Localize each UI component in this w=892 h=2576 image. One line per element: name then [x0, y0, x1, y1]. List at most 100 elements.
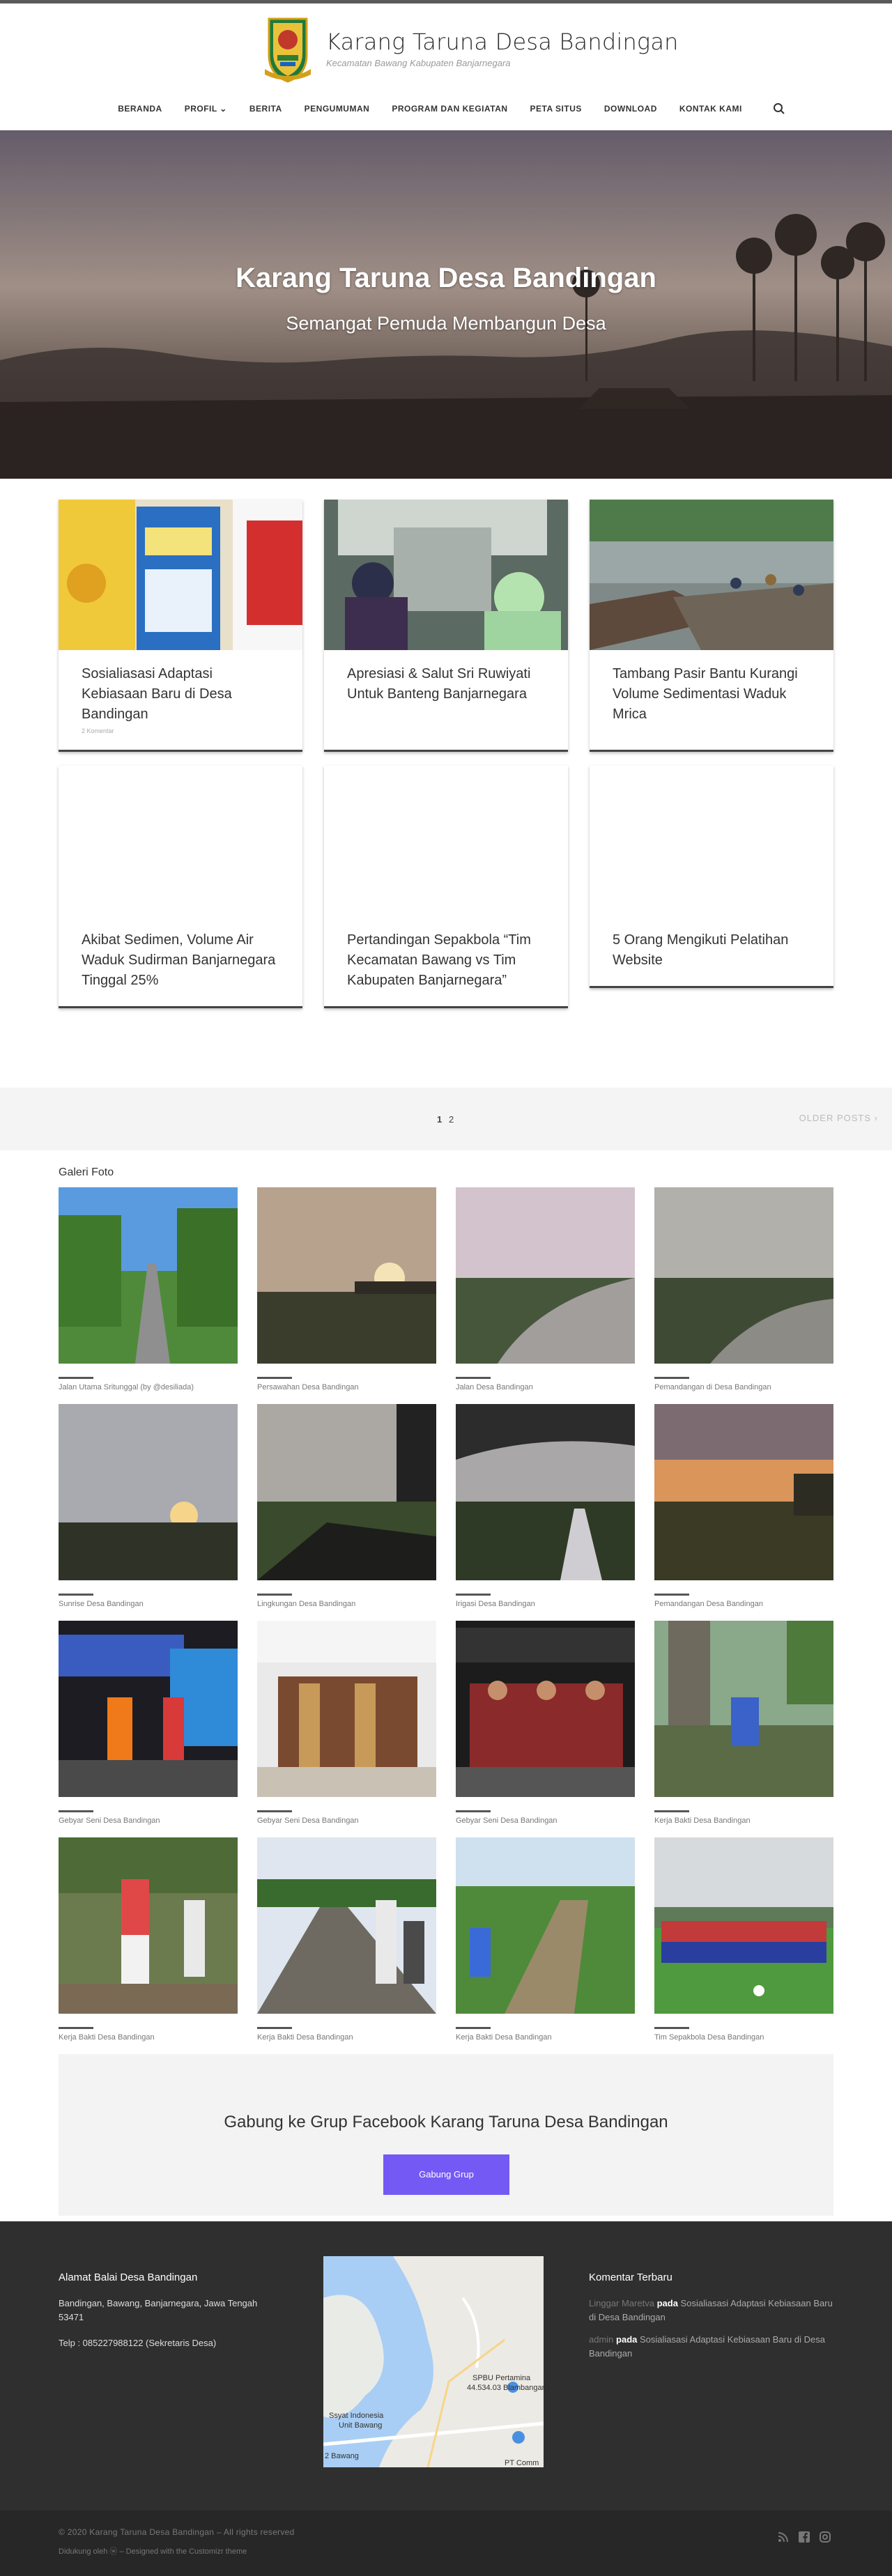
caption-line [456, 2027, 491, 2029]
gallery-photo[interactable] [257, 1404, 436, 1580]
caption-line [59, 1377, 93, 1379]
gallery-photo[interactable] [456, 1404, 635, 1580]
gallery-item[interactable]: Sunrise Desa Bandingan [59, 1404, 238, 1621]
theme-credit[interactable]: Didukung oleh ⓦ – Designed with the Cust… [59, 2545, 247, 2556]
nav-item-program[interactable]: PROGRAM DAN KEGIATAN [392, 104, 507, 114]
post-card[interactable]: Pertandingan Sepakbola “Tim Kecamatan Ba… [324, 766, 568, 1008]
gallery-photo[interactable] [654, 1187, 833, 1364]
caption-line [654, 1594, 689, 1596]
gallery-item[interactable]: Pemandangan Desa Bandingan [654, 1404, 833, 1621]
brand[interactable]: Karang Taruna Desa Bandingan Kecamatan B… [263, 13, 679, 83]
caption-line [654, 1810, 689, 1812]
caption-line [456, 1377, 491, 1379]
facebook-cta-title: Gabung ke Grup Facebook Karang Taruna De… [224, 2113, 668, 2131]
gallery-photo[interactable] [59, 1621, 238, 1797]
gallery-caption: Lingkungan Desa Bandingan [257, 1600, 356, 1608]
nav-item-download[interactable]: DOWNLOAD [604, 104, 657, 114]
post-card[interactable]: Sosialiasasi Adaptasi Kebiasaan Baru di … [59, 500, 302, 752]
caption-line [257, 2027, 292, 2029]
older-posts-link[interactable]: OLDER POSTS › [799, 1113, 878, 1123]
nav-item-peta-situs[interactable]: PETA SITUS [530, 104, 582, 114]
comment-author[interactable]: Linggar Maretva [589, 2298, 654, 2308]
page-1[interactable]: 1 [437, 1114, 442, 1125]
rss-icon[interactable] [778, 2531, 789, 2543]
gallery-item[interactable]: Kerja Bakti Desa Bandingan [59, 1837, 238, 2054]
gallery-photo[interactable] [257, 1621, 436, 1797]
map-label: PT Comm [505, 2459, 539, 2467]
gallery-item[interactable]: Persawahan Desa Bandingan [257, 1187, 436, 1404]
location-map[interactable]: SPBU Pertamina 44.534.03 Blambangan Ssya… [323, 2256, 544, 2467]
post-card[interactable]: Apresiasi & Salut Sri Ruwiyati Untuk Ban… [324, 500, 568, 752]
facebook-group-cta: Gabung ke Grup Facebook Karang Taruna De… [59, 2054, 833, 2216]
gallery-photo[interactable] [59, 1837, 238, 2014]
post-title[interactable]: Tambang Pasir Bantu Kurangi Volume Sedim… [613, 664, 810, 725]
facebook-icon[interactable] [799, 2531, 810, 2543]
nav-item-kontak[interactable]: KONTAK KAMI [679, 104, 742, 114]
post-comments-count[interactable]: 2 Komentar [82, 727, 279, 734]
join-group-button[interactable]: Gabung Grup [383, 2154, 509, 2195]
nav-item-profil[interactable]: PROFIL ⌄ [185, 104, 227, 114]
gallery-item[interactable]: Gebyar Seni Desa Bandingan [456, 1621, 635, 1837]
caption-line [59, 1594, 93, 1596]
caption-line [456, 1810, 491, 1812]
hero-image [0, 130, 892, 479]
post-title[interactable]: Akibat Sedimen, Volume Air Waduk Sudirma… [82, 930, 279, 991]
site-title[interactable]: Karang Taruna Desa Bandingan [326, 29, 679, 55]
gallery-item[interactable]: Tim Sepakbola Desa Bandingan [654, 1837, 833, 2054]
gallery-item[interactable]: Lingkungan Desa Bandingan [257, 1404, 436, 1621]
comment-on: pada [616, 2334, 638, 2345]
post-thumbnail-empty[interactable] [590, 766, 833, 916]
gallery-caption: Gebyar Seni Desa Bandingan [257, 1817, 359, 1825]
gallery-item[interactable]: Jalan Utama Sritunggal (by @desiliada) [59, 1187, 238, 1404]
map-label: 2 Bawang [325, 2452, 359, 2460]
gallery-item[interactable]: Gebyar Seni Desa Bandingan [257, 1621, 436, 1837]
nav-item-berita[interactable]: BERITA [249, 104, 282, 114]
post-thumbnail-empty[interactable] [59, 766, 302, 916]
post-thumbnail[interactable] [590, 500, 833, 650]
caption-line [257, 1377, 292, 1379]
hero-subtitle: Semangat Pemuda Membangun Desa [286, 313, 606, 334]
gallery-photo[interactable] [456, 1621, 635, 1797]
nav-item-beranda[interactable]: BERANDA [118, 104, 162, 114]
map-graphic: SPBU Pertamina 44.534.03 Blambangan Ssya… [323, 2256, 544, 2467]
nav-item-pengumuman[interactable]: PENGUMUMAN [305, 104, 370, 114]
post-thumbnail-empty[interactable] [324, 766, 568, 916]
post-card[interactable]: 5 Orang Mengikuti Pelatihan Website [590, 766, 833, 988]
caption-line [654, 2027, 689, 2029]
post-thumbnail[interactable] [324, 500, 568, 650]
search-icon[interactable] [773, 102, 785, 115]
comment-author[interactable]: admin [589, 2334, 613, 2345]
gallery-item[interactable]: Gebyar Seni Desa Bandingan [59, 1621, 238, 1837]
gallery-caption: Gebyar Seni Desa Bandingan [456, 1817, 558, 1825]
gallery-item[interactable]: Pemandangan di Desa Bandingan [654, 1187, 833, 1404]
recent-comments: Linggar Maretva pada Sosialiasasi Adapta… [589, 2297, 833, 2369]
caption-line [654, 1377, 689, 1379]
gallery-item[interactable]: Irigasi Desa Bandingan [456, 1404, 635, 1621]
gallery-photo[interactable] [59, 1404, 238, 1580]
post-card[interactable]: Akibat Sedimen, Volume Air Waduk Sudirma… [59, 766, 302, 1008]
gallery-item[interactable]: Kerja Bakti Desa Bandingan [257, 1837, 436, 2054]
gallery-item[interactable]: Jalan Desa Bandingan [456, 1187, 635, 1404]
post-title[interactable]: Sosialiasasi Adaptasi Kebiasaan Baru di … [82, 664, 279, 725]
gallery-photo[interactable] [654, 1404, 833, 1580]
gallery-photo[interactable] [59, 1187, 238, 1364]
gallery-item[interactable]: Kerja Bakti Desa Bandingan [456, 1837, 635, 2054]
post-card[interactable]: Tambang Pasir Bantu Kurangi Volume Sedim… [590, 500, 833, 752]
instagram-icon[interactable] [820, 2531, 831, 2543]
post-title[interactable]: 5 Orang Mengikuti Pelatihan Website [613, 930, 810, 971]
gallery-photo[interactable] [456, 1837, 635, 2014]
gallery-item[interactable]: Kerja Bakti Desa Bandingan [654, 1621, 833, 1837]
post-title[interactable]: Pertandingan Sepakbola “Tim Kecamatan Ba… [347, 930, 545, 991]
gallery-caption: Pemandangan Desa Bandingan [654, 1600, 763, 1608]
gallery-photo[interactable] [654, 1621, 833, 1797]
gallery-caption: Persawahan Desa Bandingan [257, 1383, 359, 1391]
post-thumbnail[interactable] [59, 500, 302, 650]
gallery-photo[interactable] [257, 1837, 436, 2014]
site-logo [265, 17, 311, 83]
page-2[interactable]: 2 [449, 1114, 454, 1125]
gallery-photo[interactable] [257, 1187, 436, 1364]
post-title[interactable]: Apresiasi & Salut Sri Ruwiyati Untuk Ban… [347, 664, 545, 704]
gallery-photo[interactable] [456, 1187, 635, 1364]
gallery-photo[interactable] [654, 1837, 833, 2014]
bottom-bar: © 2020 Karang Taruna Desa Bandingan – Al… [0, 2511, 892, 2576]
